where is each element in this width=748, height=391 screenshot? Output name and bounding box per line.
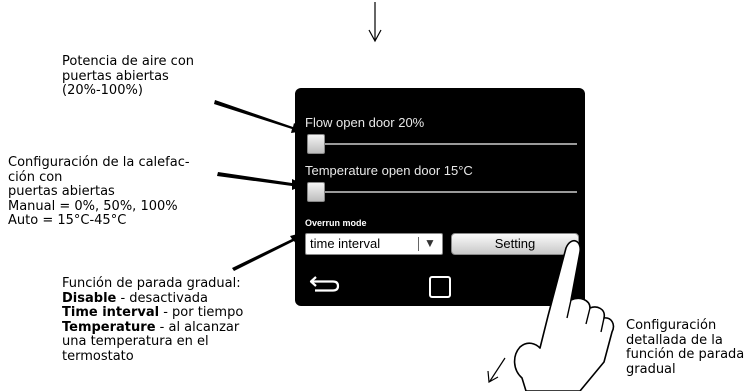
bottom-down-arrow-icon bbox=[487, 357, 506, 383]
pointer-arrow-heating bbox=[217, 172, 305, 190]
annotation-overlay bbox=[214, 2, 615, 391]
pointer-arrow-air bbox=[214, 100, 305, 133]
pointer-arrow-stop bbox=[232, 232, 305, 271]
pointing-hand-icon bbox=[513, 240, 615, 391]
top-down-arrow-icon bbox=[368, 2, 382, 43]
